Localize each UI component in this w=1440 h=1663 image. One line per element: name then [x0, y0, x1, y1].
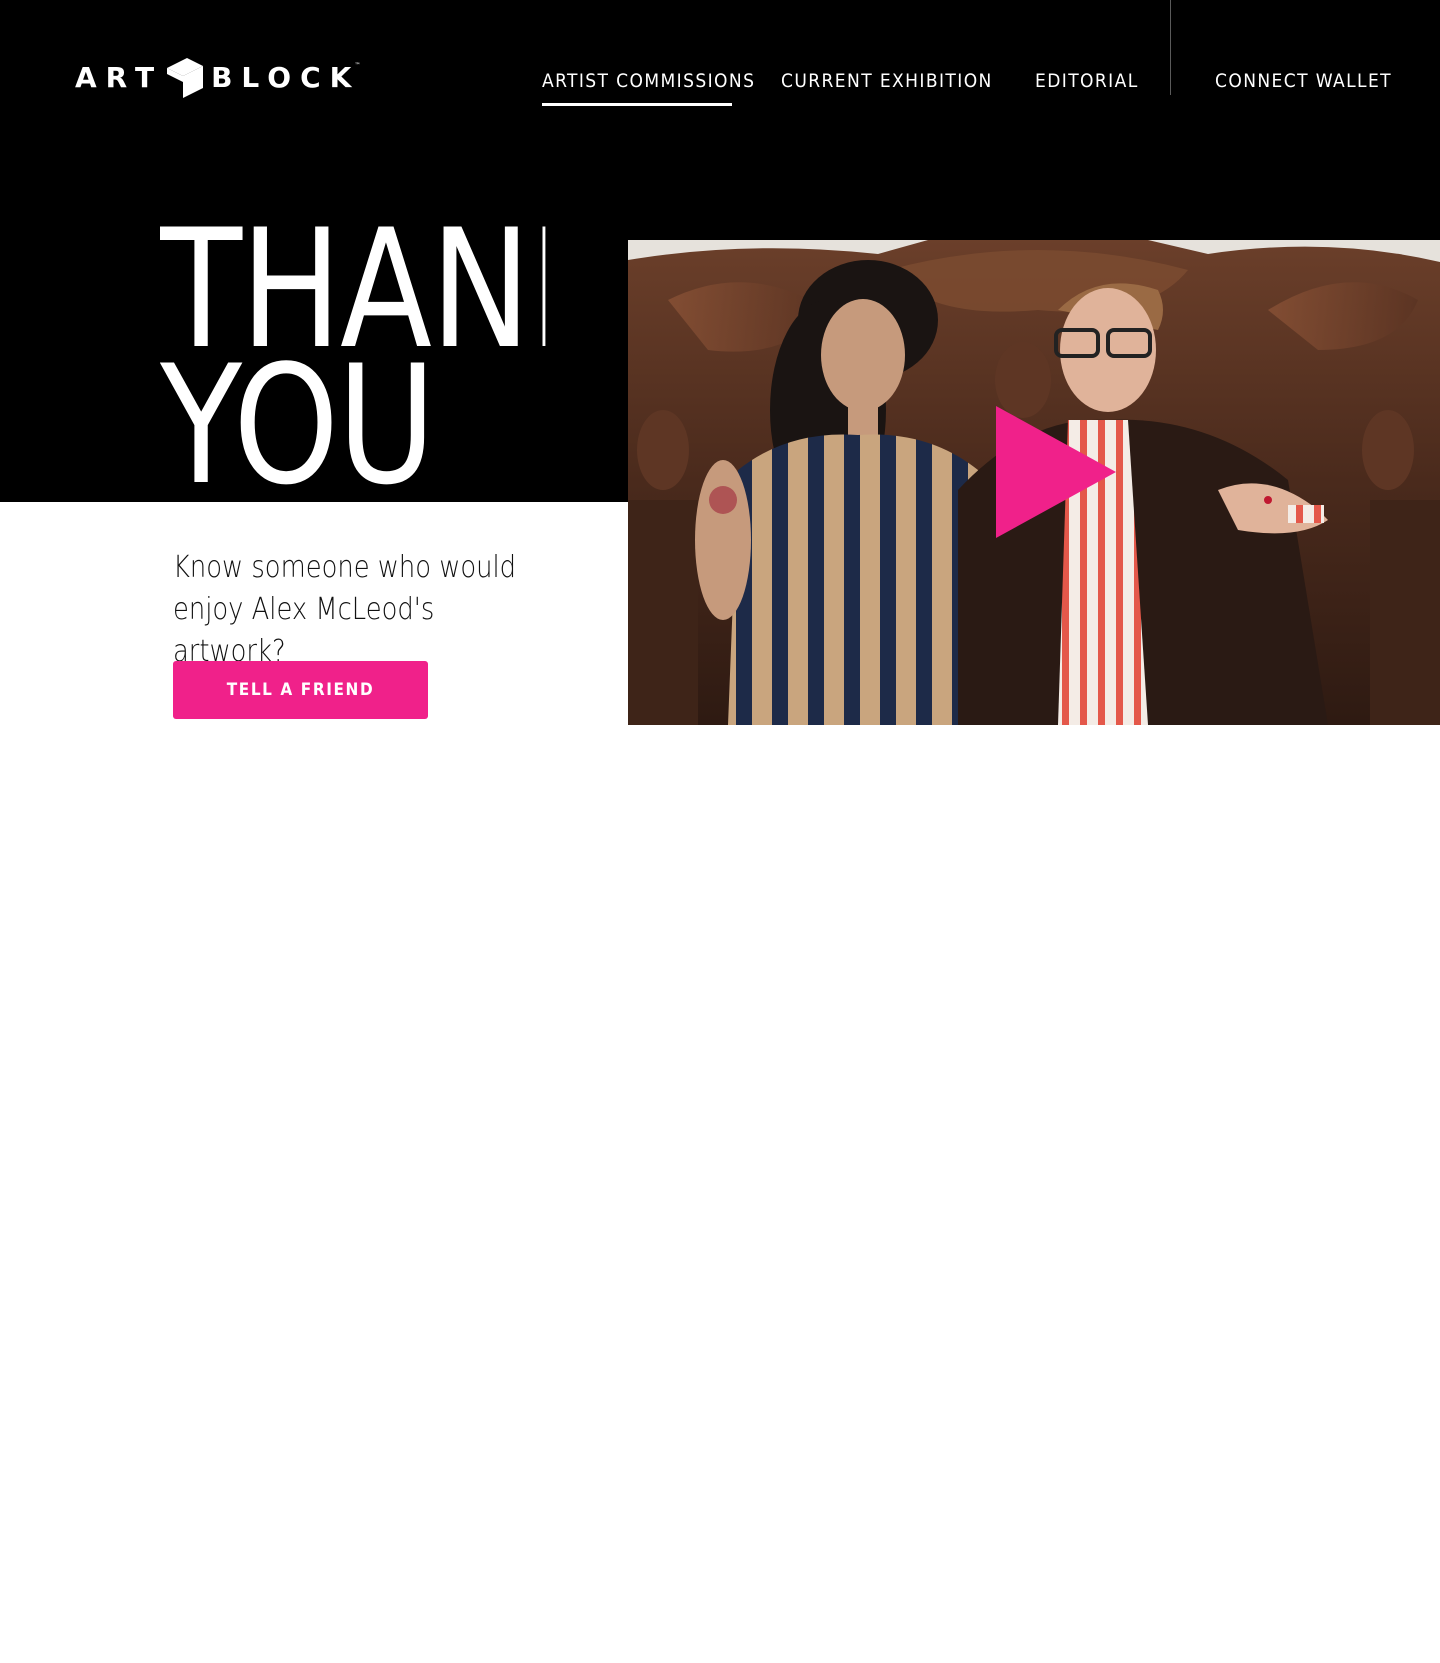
logo-text-left: ART — [75, 61, 164, 94]
nav-current-exhibition[interactable]: CURRENT EXHIBITION — [781, 72, 993, 91]
video-player[interactable] — [628, 240, 1440, 725]
cube-icon — [165, 56, 205, 100]
share-prompt: Know someone who would enjoy Alex McLeod… — [173, 550, 517, 669]
nav-active-underline — [542, 103, 732, 106]
logo[interactable]: ART BLOCK ™ — [75, 56, 360, 100]
page-title: THANK YOU — [160, 222, 545, 502]
tell-a-friend-button[interactable]: TELL A FRIEND — [173, 661, 428, 719]
trademark-mark: ™ — [354, 62, 361, 69]
play-icon[interactable] — [996, 406, 1116, 538]
nav-editorial[interactable]: EDITORIAL — [1035, 72, 1139, 91]
logo-text-right: BLOCK — [211, 61, 361, 94]
nav-divider — [1170, 0, 1171, 95]
nav-artist-commissions[interactable]: ARTIST COMMISSIONS — [542, 72, 755, 91]
connect-wallet-button[interactable]: CONNECT WALLET — [1215, 72, 1392, 91]
page: ART BLOCK ™ ARTIST COMMISSIONS CURRENT E… — [0, 0, 1440, 1663]
